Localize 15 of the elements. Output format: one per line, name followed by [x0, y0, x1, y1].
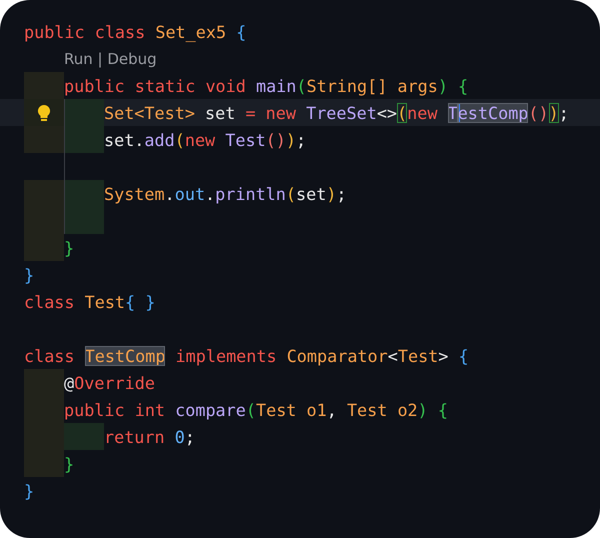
code-line: class Test{ } — [24, 292, 156, 312]
code-line: System.out.println(set); — [104, 184, 347, 204]
code-line: set.add(new Test()); — [104, 130, 306, 150]
code-line: public class Set_ex5 { — [24, 22, 246, 42]
code-line: } — [64, 238, 74, 258]
code-line: public int compare(Test o1, Test o2) { — [64, 400, 448, 420]
code-line: } — [24, 480, 34, 500]
code-line: } — [24, 264, 34, 284]
lightbulb-icon[interactable] — [37, 104, 51, 122]
code-line: class TestComp implements Comparator<Test> { — [24, 346, 469, 366]
codelens-links[interactable]: Run | Debug — [24, 50, 157, 68]
code-line: } — [64, 454, 74, 474]
code-line: public static void main(String[] args) { — [64, 76, 468, 96]
code-line: @Override — [64, 372, 155, 392]
code-line: return 0; — [104, 426, 195, 446]
